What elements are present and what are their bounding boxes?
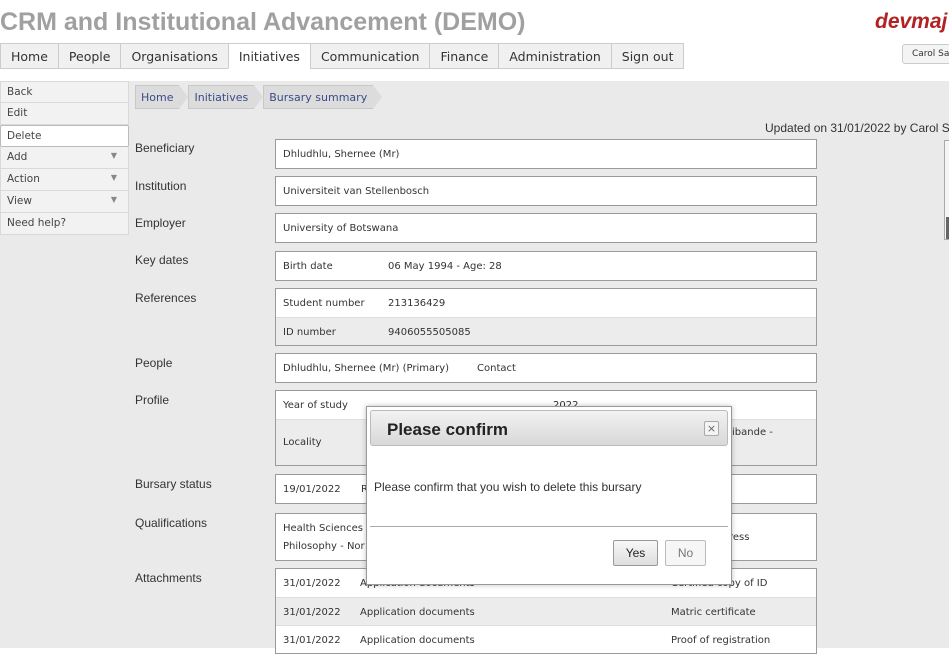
sidebar-item-label: Add bbox=[7, 151, 28, 163]
people-label: People bbox=[135, 356, 173, 370]
sidebar-item-label: Action bbox=[7, 173, 40, 185]
sidebar-item-back[interactable]: Back bbox=[0, 81, 129, 103]
attachment-name[interactable]: Matric certificate bbox=[671, 607, 756, 618]
attachment-date: 31/01/2022 bbox=[283, 578, 341, 589]
table-row[interactable]: 31/01/2022 Application documents Proof o… bbox=[276, 625, 816, 653]
main-tabs: Home People Organisations Initiatives Co… bbox=[0, 43, 685, 69]
tab-home[interactable]: Home bbox=[0, 43, 58, 69]
sidebar-item-edit[interactable]: Edit bbox=[0, 103, 129, 125]
key-dates-box: Birth date 06 May 1994 - Age: 28 bbox=[275, 251, 817, 281]
attachment-type: Application documents bbox=[360, 635, 475, 646]
tab-finance[interactable]: Finance bbox=[429, 43, 499, 69]
references-box: Student number 213136429 ID number 94060… bbox=[275, 288, 817, 346]
attachments-label: Attachments bbox=[135, 571, 202, 585]
people-value[interactable]: Dhludhlu, Shernee (Mr) (Primary) bbox=[283, 363, 449, 374]
sidebar-item-label: Back bbox=[7, 86, 33, 98]
no-button[interactable]: No bbox=[665, 540, 706, 566]
tab-organisations[interactable]: Organisations bbox=[120, 43, 228, 69]
sidebar-item-delete[interactable]: Delete bbox=[0, 125, 129, 147]
employer-label: Employer bbox=[135, 216, 186, 230]
sidebar-item-label: Need help? bbox=[7, 217, 67, 229]
profile-label: Profile bbox=[135, 393, 170, 407]
user-button[interactable]: Carol Sau bbox=[902, 44, 949, 64]
attachment-date: 31/01/2022 bbox=[283, 635, 341, 646]
birth-date-value: 06 May 1994 - Age: 28 bbox=[388, 261, 502, 272]
chevron-down-icon: ▼ bbox=[110, 173, 117, 182]
breadcrumb: Home Initiatives Bursary summary bbox=[135, 85, 383, 109]
institution-label: Institution bbox=[135, 179, 187, 193]
people-role: Contact bbox=[477, 363, 516, 374]
qualification-status: ress bbox=[729, 532, 750, 543]
beneficiary-box: Dhludhlu, Shernee (Mr) bbox=[275, 139, 817, 169]
tab-sign-out[interactable]: Sign out bbox=[610, 43, 685, 69]
year-of-study-label: Year of study bbox=[283, 400, 348, 411]
tab-administration[interactable]: Administration bbox=[498, 43, 611, 69]
qualifications-label: Qualifications bbox=[135, 516, 208, 530]
references-label: References bbox=[135, 291, 197, 305]
table-row[interactable]: 31/01/2022 Application documents Matric … bbox=[276, 597, 816, 625]
side-scrollbar[interactable] bbox=[944, 140, 949, 240]
beneficiary-value[interactable]: Dhludhlu, Shernee (Mr) bbox=[283, 149, 399, 160]
tab-people[interactable]: People bbox=[57, 43, 121, 69]
tab-communication[interactable]: Communication bbox=[309, 43, 430, 69]
birth-date-label: Birth date bbox=[283, 261, 333, 272]
dialog-title: Please confirm bbox=[387, 420, 508, 439]
reference-name: ID number bbox=[283, 327, 336, 338]
attachment-date: 31/01/2022 bbox=[283, 607, 341, 618]
attachment-name[interactable]: Proof of registration bbox=[671, 635, 770, 646]
sidebar-item-label: Edit bbox=[7, 107, 28, 119]
breadcrumb-initiatives[interactable]: Initiatives bbox=[188, 85, 263, 109]
sidebar-item-add[interactable]: Add ▼ bbox=[0, 147, 129, 169]
breadcrumb-bursary-summary[interactable]: Bursary summary bbox=[263, 85, 383, 109]
key-dates-label: Key dates bbox=[135, 253, 189, 267]
sidebar-item-label: Delete bbox=[7, 130, 42, 142]
sidebar-item-label: View bbox=[7, 195, 32, 207]
qualification-line: Philosophy - Nor bbox=[283, 541, 365, 552]
sidebar-item-need-help[interactable]: Need help? bbox=[0, 213, 129, 235]
confirm-dialog: Please confirm × Please confirm that you… bbox=[366, 406, 732, 585]
sidebar-item-action[interactable]: Action ▼ bbox=[0, 169, 129, 191]
attachment-type: Application documents bbox=[360, 607, 475, 618]
sidebar: Back Edit Delete Add ▼ Action ▼ View ▼ Need… bbox=[0, 81, 129, 235]
employer-box: University of Botswana bbox=[275, 213, 817, 243]
logo: devmaj bbox=[875, 10, 948, 33]
close-icon[interactable]: × bbox=[704, 421, 719, 436]
people-box: Dhludhlu, Shernee (Mr) (Primary) Contact bbox=[275, 353, 817, 383]
locality-label: Locality bbox=[283, 437, 322, 448]
qualification-line: Health Sciences bbox=[283, 523, 363, 534]
locality-value: ibande - bbox=[732, 427, 773, 438]
yes-button[interactable]: Yes bbox=[613, 540, 658, 566]
dialog-message: Please confirm that you wish to delete t… bbox=[374, 480, 642, 494]
breadcrumb-home[interactable]: Home bbox=[135, 85, 190, 109]
app-title: CRM and Institutional Advancement (DEMO) bbox=[0, 8, 526, 36]
sidebar-item-view[interactable]: View ▼ bbox=[0, 191, 129, 213]
beneficiary-label: Beneficiary bbox=[135, 141, 195, 155]
chevron-down-icon: ▼ bbox=[110, 195, 117, 204]
reference-name: Student number bbox=[283, 298, 365, 309]
dialog-divider bbox=[370, 526, 728, 527]
institution-box: Universiteit van Stellenbosch bbox=[275, 176, 817, 206]
employer-value[interactable]: University of Botswana bbox=[283, 223, 398, 234]
bursary-status-label: Bursary status bbox=[135, 477, 212, 491]
institution-value[interactable]: Universiteit van Stellenbosch bbox=[283, 186, 429, 197]
updated-info: Updated on 31/01/2022 by Carol Sa bbox=[765, 121, 949, 135]
reference-value: 213136429 bbox=[388, 298, 446, 309]
bursary-status-date: 19/01/2022 bbox=[283, 484, 341, 495]
tab-initiatives[interactable]: Initiatives bbox=[227, 43, 310, 69]
dialog-header[interactable]: Please confirm × bbox=[370, 410, 728, 446]
chevron-down-icon: ▼ bbox=[110, 151, 117, 160]
reference-value: 9406055505085 bbox=[388, 327, 471, 338]
